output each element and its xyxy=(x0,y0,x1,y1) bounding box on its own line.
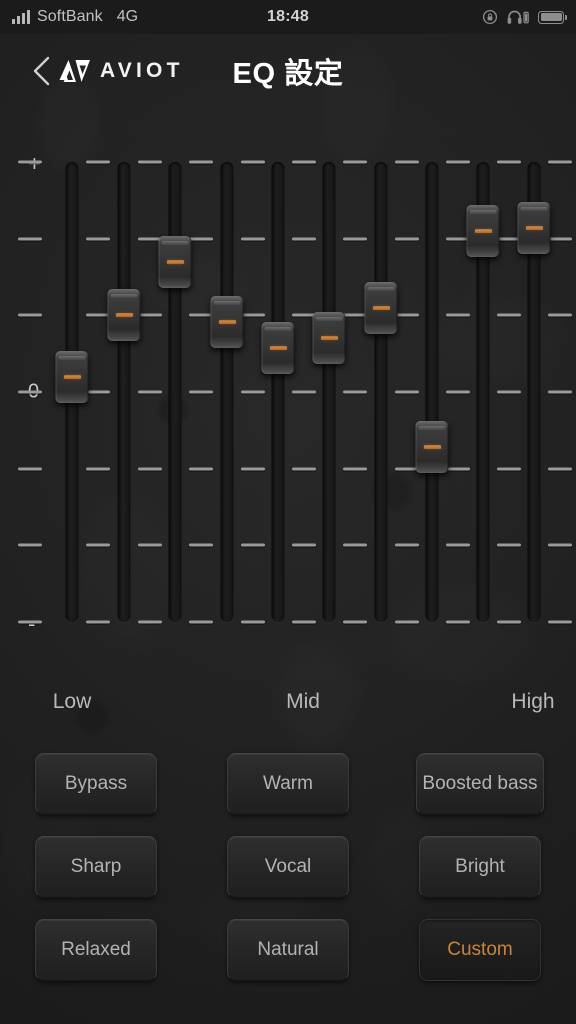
eq-slider-band-10[interactable] xyxy=(512,108,556,688)
eq-slider-thumb[interactable] xyxy=(211,296,244,348)
eq-slider-track[interactable] xyxy=(426,162,439,622)
eq-slider-thumb-indicator xyxy=(116,313,133,317)
eq-slider-panel: +0- xyxy=(0,108,576,688)
eq-tick-mark xyxy=(18,237,42,240)
preset-button-boosted-bass[interactable]: Boosted bass xyxy=(416,753,544,815)
status-bar: SoftBank 4G 18:48 xyxy=(0,0,576,34)
eq-slider-track[interactable] xyxy=(169,162,182,622)
eq-slider-thumb[interactable] xyxy=(416,421,449,473)
eq-slider-band-4[interactable] xyxy=(205,108,249,688)
eq-slider-thumb-indicator xyxy=(526,226,543,230)
eq-slider-thumb[interactable] xyxy=(467,205,500,257)
eq-slider-thumb-indicator xyxy=(321,336,338,340)
eq-slider-thumb-indicator xyxy=(373,306,390,310)
eq-slider-band-2[interactable] xyxy=(102,108,146,688)
eq-scale-label-minus: - xyxy=(28,611,35,637)
eq-slider-band-3[interactable] xyxy=(153,108,197,688)
rotation-lock-icon xyxy=(482,9,498,25)
eq-scale-label-plus: + xyxy=(28,151,41,177)
eq-band-label-high: High xyxy=(511,690,554,714)
eq-slider-band-8[interactable] xyxy=(410,108,454,688)
eq-tick-mark xyxy=(18,391,42,394)
eq-slider-thumb[interactable] xyxy=(365,282,398,334)
eq-slider-track[interactable] xyxy=(375,162,388,622)
preset-button-warm[interactable]: Warm xyxy=(227,753,349,815)
eq-settings-screen: SoftBank 4G 18:48 xyxy=(0,0,576,1024)
preset-button-vocal[interactable]: Vocal xyxy=(227,836,349,898)
network-type-label: 4G xyxy=(117,8,138,26)
eq-slider-thumb[interactable] xyxy=(262,322,295,374)
eq-slider-band-9[interactable] xyxy=(461,108,505,688)
eq-slider-band-5[interactable] xyxy=(256,108,300,688)
headphones-battery-icon xyxy=(507,9,529,25)
app-header: AVIOT EQ 設定 xyxy=(0,34,576,108)
carrier-label: SoftBank xyxy=(37,8,103,26)
eq-tick-mark xyxy=(18,314,42,317)
eq-tick-mark xyxy=(18,161,42,164)
preset-button-custom[interactable]: Custom xyxy=(419,919,541,981)
battery-icon xyxy=(538,11,564,24)
eq-slider-thumb[interactable] xyxy=(108,289,141,341)
signal-strength-icon xyxy=(12,10,30,24)
preset-button-natural[interactable]: Natural xyxy=(227,919,349,981)
eq-slider-track[interactable] xyxy=(272,162,285,622)
eq-slider-thumb-indicator xyxy=(270,346,287,350)
eq-band-labels: Low Mid High xyxy=(0,690,576,726)
eq-slider-thumb-indicator xyxy=(167,260,184,264)
aviot-logo[interactable]: AVIOT xyxy=(57,58,184,84)
status-bar-left: SoftBank 4G xyxy=(12,8,138,26)
preset-button-bypass[interactable]: Bypass xyxy=(35,753,157,815)
eq-tick-mark xyxy=(18,621,42,624)
eq-slider-thumb-indicator xyxy=(424,445,441,449)
aviot-mark-icon xyxy=(57,58,93,84)
eq-tick-mark xyxy=(18,467,42,470)
eq-slider-thumb[interactable] xyxy=(313,312,346,364)
aviot-brand-text: AVIOT xyxy=(100,59,184,83)
eq-band-label-low: Low xyxy=(53,690,92,714)
eq-slider-thumb[interactable] xyxy=(56,351,89,403)
status-bar-right xyxy=(482,9,564,25)
back-chevron-icon[interactable] xyxy=(30,55,52,87)
eq-slider-thumb[interactable] xyxy=(518,202,551,254)
preset-button-grid: Bypass Warm Boosted bass Sharp Vocal Bright Re… xyxy=(0,742,576,992)
eq-slider-thumb-indicator xyxy=(475,229,492,233)
preset-button-relaxed[interactable]: Relaxed xyxy=(35,919,157,981)
preset-button-bright[interactable]: Bright xyxy=(419,836,541,898)
eq-tick-mark xyxy=(18,544,42,547)
eq-slider-track[interactable] xyxy=(323,162,336,622)
eq-slider-band-6[interactable] xyxy=(307,108,351,688)
preset-button-sharp[interactable]: Sharp xyxy=(35,836,157,898)
eq-band-label-mid: Mid xyxy=(286,690,320,714)
eq-slider-thumb-indicator xyxy=(219,320,236,324)
eq-slider-track[interactable] xyxy=(221,162,234,622)
eq-slider-band-7[interactable] xyxy=(359,108,403,688)
eq-slider-band-1[interactable] xyxy=(50,108,94,688)
eq-slider-thumb[interactable] xyxy=(159,236,192,288)
eq-slider-track[interactable] xyxy=(118,162,131,622)
eq-slider-thumb-indicator xyxy=(64,375,81,379)
